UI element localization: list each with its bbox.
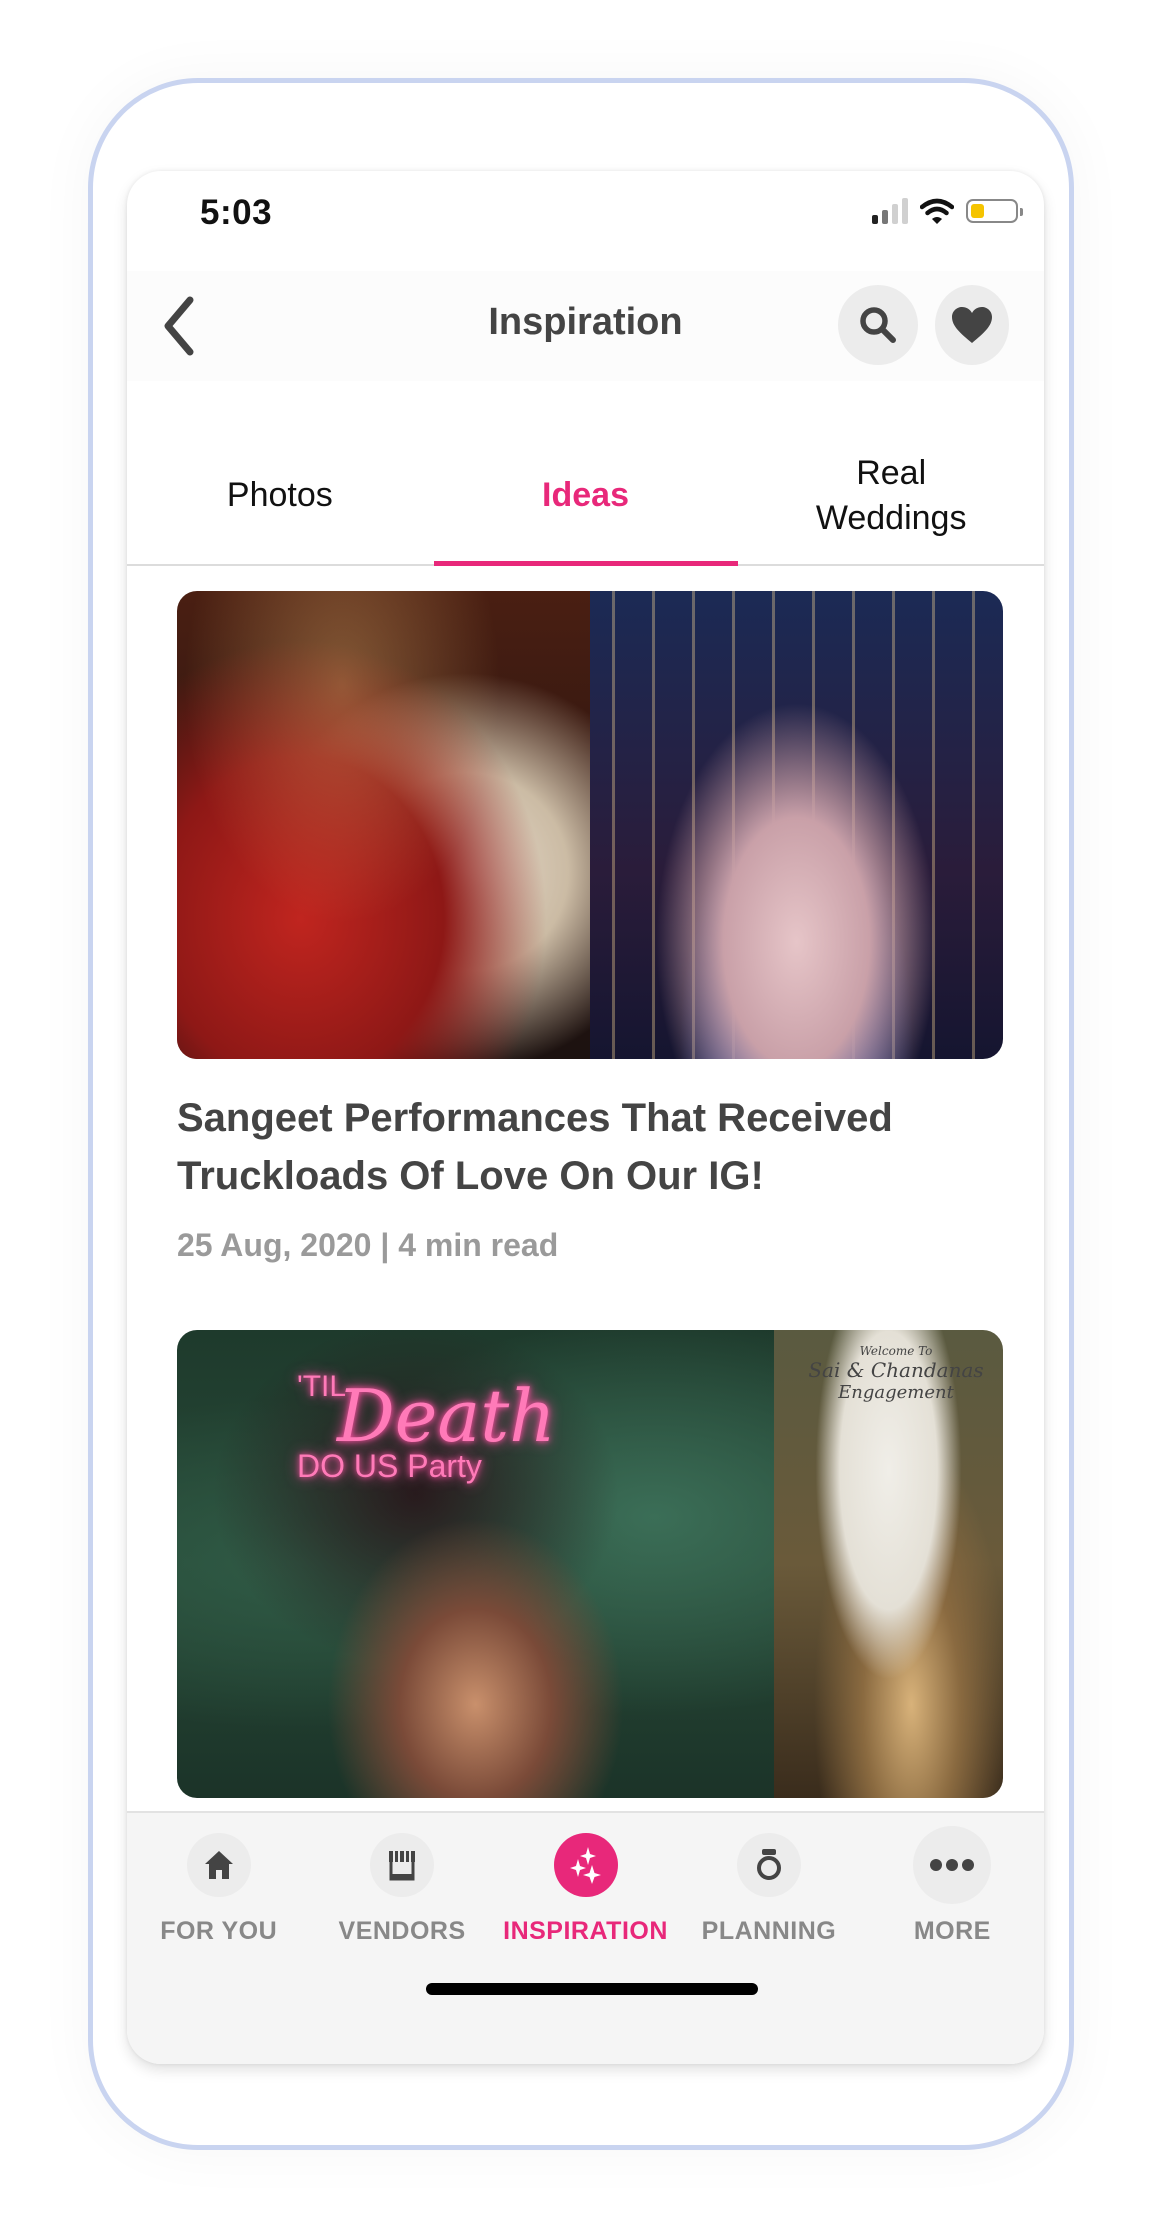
signal-icon bbox=[872, 198, 908, 224]
article-meta: 25 Aug, 2020 | 4 min read bbox=[177, 1227, 559, 1263]
article-title[interactable]: Sangeet Performances That Received Truck… bbox=[177, 1089, 1003, 1205]
bottom-nav-label: PLANNING bbox=[701, 1917, 837, 1945]
article-image-left: 'TIL Death DO US Party bbox=[177, 1330, 774, 1798]
welcome-board: Welcome To Sai & Chandanas Engagement bbox=[796, 1344, 996, 1403]
bottom-nav-label: INSPIRATION bbox=[503, 1917, 668, 1945]
phone-screen: 5:03 Inspiration Photos Ideas Real Weddi… bbox=[127, 171, 1044, 2064]
article-image-right bbox=[590, 591, 1003, 1059]
article-image[interactable]: 'TIL Death DO US Party Welcome To Sai & … bbox=[177, 1330, 1003, 1798]
article-card[interactable]: 'TIL Death DO US Party Welcome To Sai & … bbox=[177, 1330, 1003, 1798]
tab-real-weddings[interactable]: Real Weddings bbox=[738, 427, 1044, 564]
wifi-icon bbox=[920, 198, 954, 224]
bottom-nav-for-you[interactable]: FOR YOU bbox=[127, 1833, 310, 1946]
welcome-board-line-3: Engagement bbox=[838, 1382, 954, 1403]
bottom-nav-vendors[interactable]: VENDORS bbox=[310, 1833, 493, 1946]
article-feed: Sangeet Performances That Received Truck… bbox=[177, 591, 1003, 1798]
article-image-left bbox=[177, 591, 590, 1059]
more-icon bbox=[930, 1859, 975, 1871]
neon-line-2: Death bbox=[337, 1374, 556, 1458]
search-button[interactable] bbox=[838, 285, 918, 365]
status-time: 5:03 bbox=[200, 193, 273, 232]
nav-bar: Inspiration bbox=[127, 271, 1044, 381]
bottom-nav-inspiration[interactable]: INSPIRATION bbox=[494, 1833, 677, 1946]
tab-real-weddings-label: Real Weddings bbox=[815, 454, 967, 537]
tab-photos[interactable]: Photos bbox=[127, 427, 433, 564]
welcome-board-line-2: Sai & Chandanas bbox=[808, 1358, 984, 1382]
neon-sign: 'TIL Death DO US Party bbox=[297, 1370, 556, 1485]
home-indicator[interactable] bbox=[426, 1983, 758, 1995]
article-image-right: Welcome To Sai & Chandanas Engagement bbox=[774, 1330, 1003, 1798]
welcome-board-line-1: Welcome To bbox=[859, 1344, 933, 1358]
bottom-nav-planning[interactable]: PLANNING bbox=[677, 1833, 860, 1946]
sparkles-icon bbox=[569, 1847, 601, 1884]
ring-icon bbox=[756, 1849, 781, 1880]
bottom-nav-label: FOR YOU bbox=[160, 1917, 278, 1945]
store-icon bbox=[389, 1851, 416, 1881]
battery-icon bbox=[966, 199, 1023, 223]
tab-ideas[interactable]: Ideas bbox=[433, 427, 739, 566]
bottom-nav-label: MORE bbox=[913, 1917, 991, 1945]
tab-bar: Photos Ideas Real Weddings bbox=[127, 427, 1044, 566]
bottom-nav-more[interactable]: MORE bbox=[861, 1826, 1044, 1946]
article-image[interactable] bbox=[177, 591, 1003, 1059]
bottom-nav-label: VENDORS bbox=[338, 1917, 466, 1945]
article-card[interactable]: Sangeet Performances That Received Truck… bbox=[177, 591, 1003, 1264]
heart-icon bbox=[952, 307, 992, 343]
bottom-nav: FOR YOU VENDORS INSPIRATION PLANNING MOR… bbox=[127, 1811, 1044, 2064]
favorites-button[interactable] bbox=[935, 285, 1009, 365]
status-icons bbox=[872, 197, 1023, 225]
home-icon bbox=[204, 1851, 233, 1879]
search-icon bbox=[860, 307, 896, 343]
